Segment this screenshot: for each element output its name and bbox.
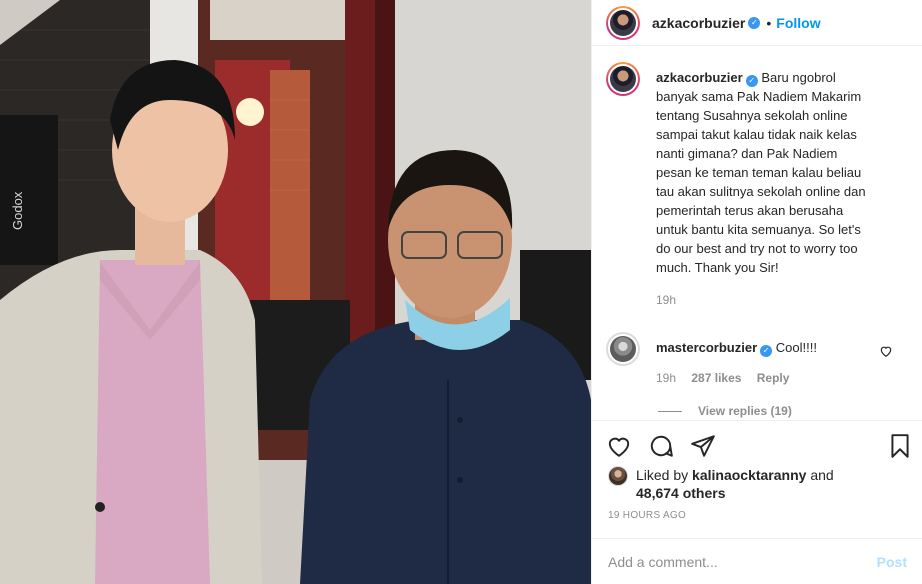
post-side-panel: azkacorbuzier ✓ • Follow azkacorbuzier ✓ … — [591, 0, 922, 584]
caption-avatar[interactable] — [606, 62, 640, 96]
comment-age[interactable]: 19h — [656, 371, 676, 385]
comment-text: Cool!!!! — [775, 340, 817, 355]
comment-input[interactable] — [608, 553, 877, 570]
likes-middle: and — [806, 467, 834, 483]
add-comment-bar: Post — [592, 538, 922, 584]
separator-dot: • — [766, 14, 772, 31]
verified-badge-icon: ✓ — [760, 345, 773, 357]
godox-logo: Godox — [10, 191, 25, 230]
view-replies-button[interactable]: View replies (19) — [658, 404, 909, 418]
heart-icon[interactable] — [606, 433, 632, 459]
comment-likes[interactable]: 287 likes — [691, 371, 741, 385]
verified-badge-icon: ✓ — [748, 16, 761, 29]
author-username[interactable]: azkacorbuzier — [652, 15, 745, 31]
comments-list: azkacorbuzier ✓ Baru ngobrol banyak sama … — [592, 62, 922, 418]
verified-badge-icon: ✓ — [745, 75, 758, 87]
caption: azkacorbuzier ✓ Baru ngobrol banyak sama … — [606, 62, 909, 310]
caption-age[interactable]: 19h — [656, 293, 676, 307]
caption-username[interactable]: azkacorbuzier — [656, 70, 743, 85]
post-header: azkacorbuzier ✓ • Follow — [592, 0, 922, 46]
likes-count[interactable]: 48,674 others — [636, 485, 726, 501]
post-comment-button[interactable]: Post — [877, 554, 907, 570]
bookmark-icon[interactable] — [887, 433, 913, 459]
reply-button[interactable]: Reply — [757, 371, 790, 385]
photo-illustration: Godox — [0, 0, 591, 584]
comment-row: mastercorbuzier ✓ Cool!!!! 19h 287 likes … — [606, 332, 909, 388]
liker-avatar[interactable] — [608, 466, 628, 486]
likes-prefix: Liked by — [636, 467, 693, 483]
action-bar — [592, 420, 922, 472]
comment-heart-icon[interactable] — [879, 344, 893, 358]
post-photo[interactable]: Godox — [0, 0, 591, 584]
commenter-username[interactable]: mastercorbuzier — [656, 340, 757, 355]
view-replies-label: View replies (19) — [698, 404, 792, 418]
commenter-avatar[interactable] — [606, 332, 640, 366]
liker-username[interactable]: kalinaocktaranny — [692, 467, 806, 483]
post-timestamp[interactable]: 19 HOURS AGO — [608, 510, 686, 521]
caption-text: Baru ngobrol banyak sama Pak Nadiem Maka… — [656, 70, 866, 275]
follow-button[interactable]: Follow — [776, 15, 820, 31]
comment-icon[interactable] — [648, 433, 674, 459]
author-avatar[interactable] — [606, 5, 640, 40]
paper-plane-icon[interactable] — [690, 433, 716, 459]
replies-line — [658, 410, 682, 412]
instagram-post: Godox azkacorbuzier ✓ • Follow azkacorbu… — [0, 0, 922, 584]
likes-summary: Liked by kalinaocktaranny and 48,674 oth… — [608, 466, 834, 502]
